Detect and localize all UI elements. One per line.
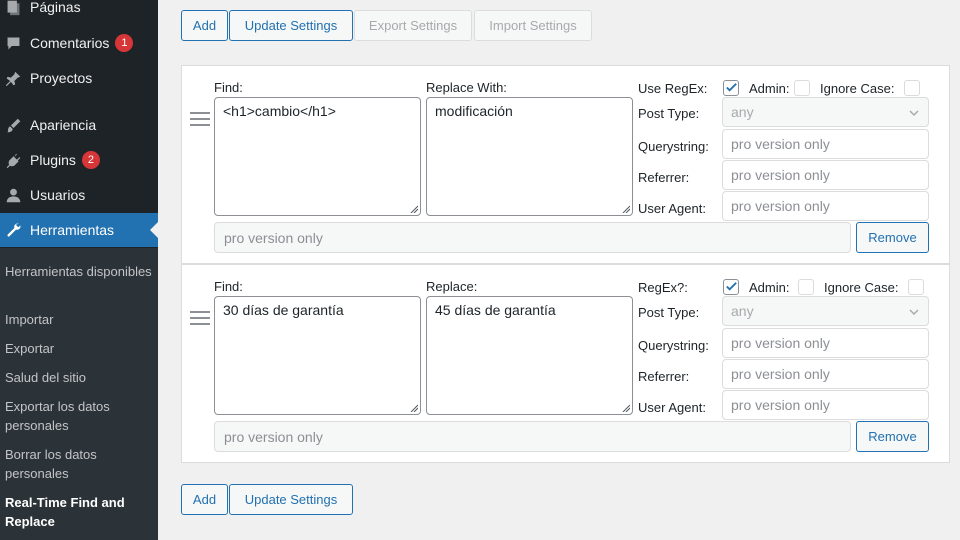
submenu-real-time-find-replace[interactable]: Real-Time Find and Replace: [5, 493, 155, 531]
sidebar-item-label: Páginas: [30, 0, 81, 15]
regex-label: RegEx?:: [638, 280, 688, 295]
post-type-select[interactable]: any: [722, 296, 929, 326]
submenu-exportar-datos[interactable]: Exportar los datos personales: [5, 397, 155, 435]
ignore-case-checkbox[interactable]: [908, 279, 924, 295]
user-agent-input[interactable]: pro version only: [722, 390, 929, 420]
post-type-select[interactable]: any: [722, 97, 929, 127]
ignore-case-label: Ignore Case:: [824, 280, 899, 295]
admin-checkbox[interactable]: [794, 80, 810, 96]
admin-checkbox[interactable]: [798, 279, 814, 295]
querystring-label: Querystring:: [638, 139, 709, 154]
pro-only-input[interactable]: pro version only: [214, 222, 851, 253]
user-icon: [4, 186, 22, 204]
tools-submenu: Herramientas disponibles Importar Export…: [0, 248, 158, 540]
replace-value: 45 días de garantía: [435, 302, 556, 318]
referrer-input[interactable]: pro version only: [722, 359, 929, 389]
replace-value: modificación: [435, 103, 513, 119]
rule-panel: Find: <h1>cambio</h1> Replace With: modi…: [181, 65, 950, 264]
import-settings-button[interactable]: Import Settings: [474, 10, 592, 41]
sidebar-item-proyectos[interactable]: Proyectos: [0, 61, 158, 95]
pin-icon: [4, 69, 22, 87]
regex-checkbox[interactable]: [723, 279, 739, 295]
user-agent-label: User Agent:: [638, 201, 706, 216]
admin-label: Admin:: [749, 81, 790, 96]
chevron-down-icon: [909, 110, 919, 117]
submenu-herramientas-disponibles[interactable]: Herramientas disponibles: [5, 262, 155, 281]
user-agent-input[interactable]: pro version only: [722, 191, 929, 221]
submenu-exportar[interactable]: Exportar: [5, 339, 155, 358]
add-button[interactable]: Add: [181, 10, 228, 41]
querystring-input[interactable]: pro version only: [722, 328, 929, 358]
main-content: Add Update Settings Export Settings Impo…: [158, 0, 960, 540]
querystring-input[interactable]: pro version only: [722, 129, 929, 159]
submenu-salud-del-sitio[interactable]: Salud del sitio: [5, 368, 155, 387]
replace-label: Replace With:: [426, 80, 507, 95]
sidebar-item-label: Apariencia: [30, 117, 97, 133]
notification-badge: 1: [115, 34, 134, 52]
submenu-borrar-datos[interactable]: Borrar los datos personales: [5, 445, 155, 483]
sidebar-item-herramientas[interactable]: Herramientas: [0, 213, 158, 247]
checkmark-icon: [726, 282, 737, 291]
replace-textarea[interactable]: 45 días de garantía: [426, 296, 633, 415]
add-button-bottom[interactable]: Add: [181, 484, 228, 515]
admin-sidebar: Páginas Comentarios 1 Proyectos Aparienc…: [0, 0, 158, 540]
querystring-label: Querystring:: [638, 338, 709, 353]
drag-handle-icon[interactable]: [190, 112, 210, 130]
ignore-case-checkbox[interactable]: [904, 80, 920, 96]
export-settings-button[interactable]: Export Settings: [354, 10, 472, 41]
replace-label: Replace:: [426, 279, 478, 294]
sidebar-item-apariencia[interactable]: Apariencia: [0, 108, 158, 142]
ignore-case-label: Ignore Case:: [820, 81, 895, 96]
sidebar-item-label: Comentarios: [30, 35, 110, 51]
pro-only-input[interactable]: pro version only: [214, 421, 851, 452]
find-value: 30 días de garantía: [223, 302, 344, 318]
sidebar-item-label: Proyectos: [30, 70, 93, 86]
remove-button[interactable]: Remove: [856, 222, 929, 253]
referrer-label: Referrer:: [638, 369, 690, 384]
comments-icon: [4, 34, 22, 52]
sidebar-item-usuarios[interactable]: Usuarios: [0, 178, 158, 212]
referrer-label: Referrer:: [638, 170, 690, 185]
rule-panel: Find: 30 días de garantía Replace: 45 dí…: [181, 264, 950, 463]
drag-handle-icon[interactable]: [190, 311, 210, 329]
resize-grip-icon[interactable]: [410, 404, 418, 412]
chevron-down-icon: [909, 309, 919, 316]
checkmark-icon: [726, 83, 737, 92]
resize-grip-icon[interactable]: [622, 205, 630, 213]
update-settings-button-bottom[interactable]: Update Settings: [229, 484, 353, 515]
sidebar-item-label: Plugins: [30, 152, 76, 168]
notification-badge: 2: [81, 151, 100, 169]
update-settings-button[interactable]: Update Settings: [229, 10, 353, 41]
plug-icon: [4, 151, 22, 169]
resize-grip-icon[interactable]: [410, 205, 418, 213]
find-label: Find:: [214, 80, 243, 95]
replace-textarea[interactable]: modificación: [426, 97, 633, 216]
submenu-importar[interactable]: Importar: [5, 310, 155, 329]
sidebar-item-label: Usuarios: [30, 187, 86, 203]
sidebar-item-label: Herramientas: [30, 222, 115, 238]
user-agent-label: User Agent:: [638, 400, 706, 415]
post-type-value: any: [731, 104, 754, 120]
wrench-icon: [4, 221, 22, 239]
referrer-input[interactable]: pro version only: [722, 160, 929, 190]
sidebar-item-paginas[interactable]: Páginas: [0, 0, 158, 24]
resize-grip-icon[interactable]: [622, 404, 630, 412]
sidebar-item-plugins[interactable]: Plugins 2: [0, 143, 158, 177]
regex-label: Use RegEx:: [638, 81, 708, 96]
post-type-value: any: [731, 303, 754, 319]
brush-icon: [4, 116, 22, 134]
find-value: <h1>cambio</h1>: [223, 103, 336, 119]
find-textarea[interactable]: 30 días de garantía: [214, 296, 421, 415]
sidebar-item-comentarios[interactable]: Comentarios 1: [0, 26, 158, 60]
regex-checkbox[interactable]: [723, 80, 739, 96]
post-type-label: Post Type:: [638, 305, 700, 320]
remove-button[interactable]: Remove: [856, 421, 929, 452]
find-textarea[interactable]: <h1>cambio</h1>: [214, 97, 421, 216]
post-type-label: Post Type:: [638, 106, 700, 121]
find-label: Find:: [214, 279, 243, 294]
admin-label: Admin:: [749, 280, 790, 295]
pages-icon: [4, 0, 22, 16]
